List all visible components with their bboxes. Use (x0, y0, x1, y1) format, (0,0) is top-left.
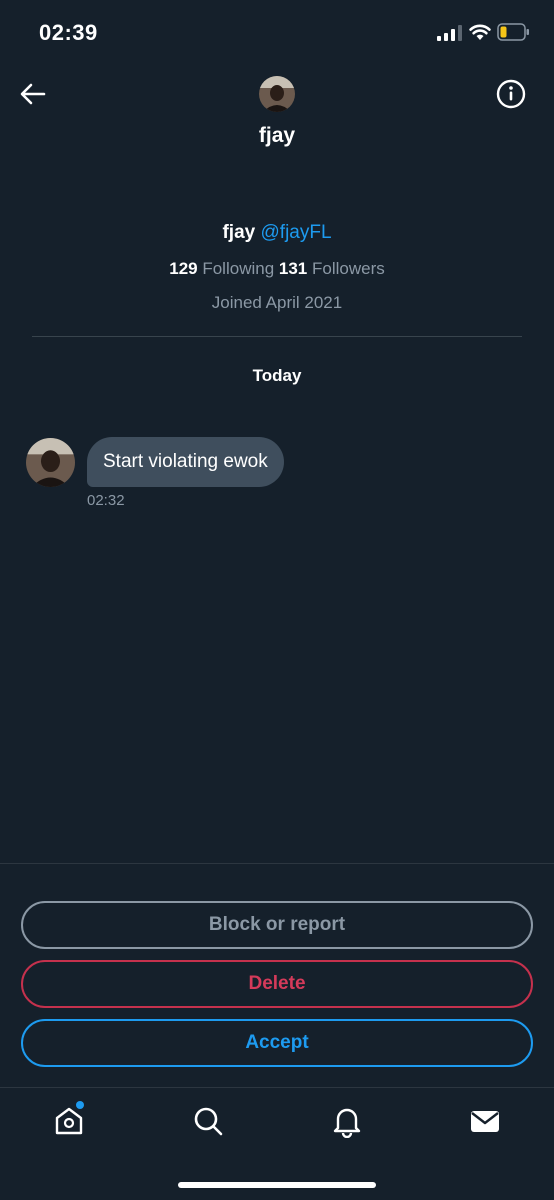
dm-request-screen: 02:39 fjay fjay @fjayFL 129 Following 13… (0, 0, 554, 1200)
home-icon[interactable] (52, 1104, 86, 1138)
profile-stats: 129 Following 131 Followers (0, 259, 554, 279)
delete-button[interactable]: Delete (21, 960, 533, 1008)
divider (0, 863, 554, 864)
accept-button[interactable]: Accept (21, 1019, 533, 1067)
conversation-avatar[interactable] (259, 76, 295, 112)
divider (0, 1087, 554, 1088)
message-timestamp: 02:32 (87, 492, 125, 509)
search-icon[interactable] (191, 1104, 225, 1138)
conversation-title: fjay (258, 124, 296, 147)
followers-count: 131 (278, 259, 308, 278)
home-indicator[interactable] (178, 1182, 376, 1188)
divider (32, 336, 522, 337)
wifi-icon (469, 24, 491, 40)
new-content-dot (76, 1101, 84, 1109)
profile-handle: @fjayFL (260, 222, 332, 243)
message-bubble[interactable]: Start violating ewok (87, 437, 284, 487)
block-or-report-button[interactable]: Block or report (21, 901, 533, 949)
profile-display-name: fjay (222, 222, 256, 243)
notifications-bell-icon[interactable] (330, 1104, 364, 1138)
profile-name-line[interactable]: fjay @fjayFL (0, 222, 554, 244)
day-separator: Today (252, 366, 302, 385)
joined-date: Joined April 2021 (211, 293, 343, 312)
following-count: 129 (169, 259, 198, 278)
person-icon (26, 438, 75, 487)
status-time: 02:39 (39, 20, 98, 45)
following-label: Following (202, 259, 275, 278)
sender-avatar[interactable] (26, 438, 75, 487)
cellular-signal-icon (437, 25, 462, 41)
battery-icon (497, 23, 529, 41)
info-icon[interactable] (496, 79, 526, 109)
messages-envelope-icon[interactable] (468, 1104, 502, 1138)
person-icon (259, 76, 295, 112)
followers-label: Followers (312, 259, 385, 278)
back-arrow-icon[interactable] (19, 80, 47, 108)
